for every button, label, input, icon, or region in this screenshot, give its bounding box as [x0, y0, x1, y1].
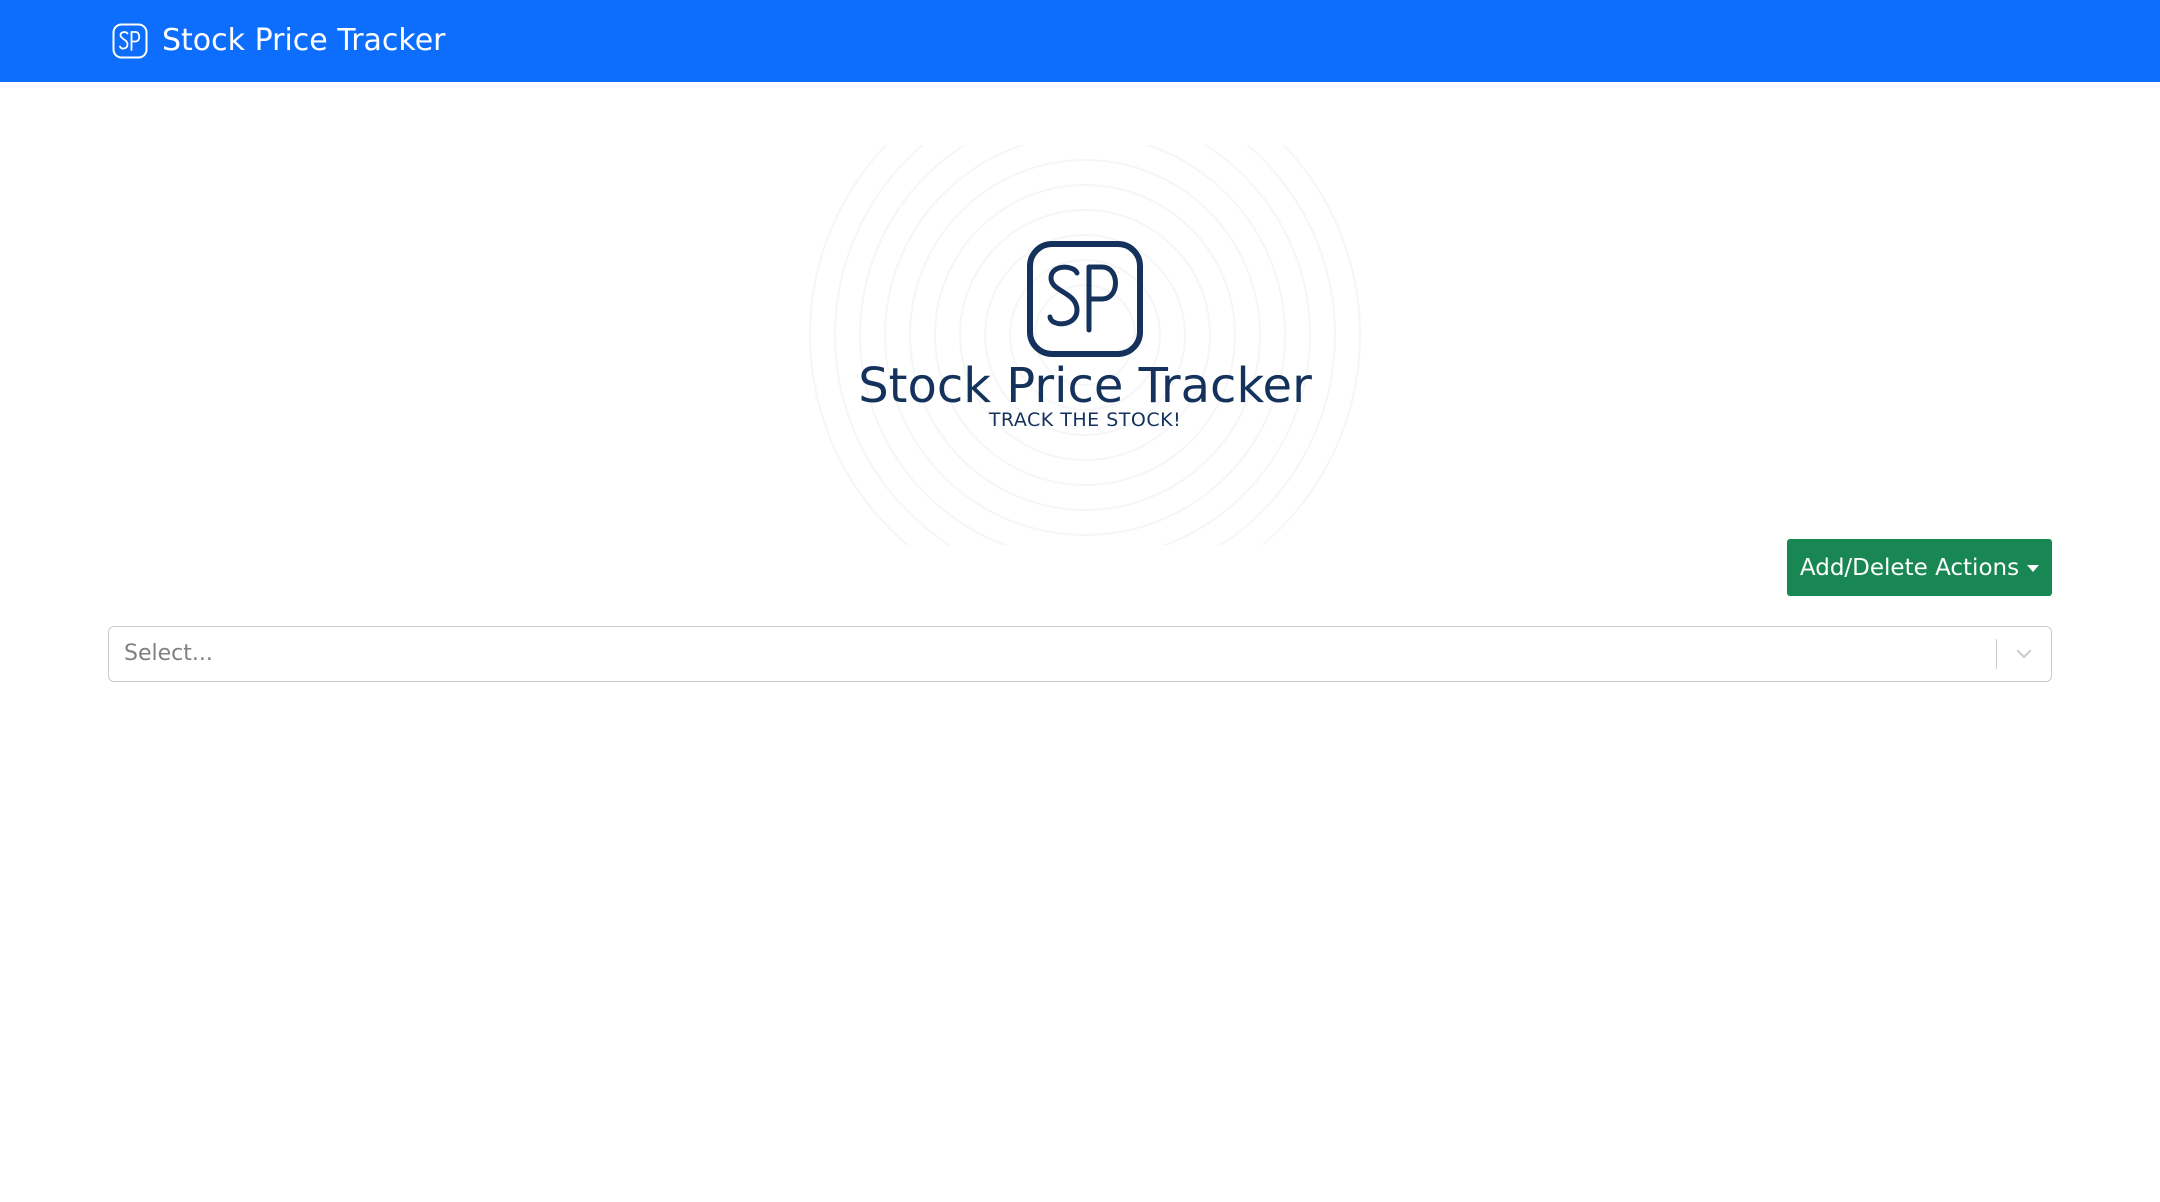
navbar: Stock Price Tracker	[0, 0, 2160, 82]
caret-down-icon	[2027, 565, 2040, 572]
sp-logo-icon	[112, 23, 148, 59]
add-delete-actions-dropdown[interactable]: Add/Delete Actions	[1787, 539, 2052, 596]
select-indicator-separator	[1995, 639, 1997, 669]
chevron-down-icon[interactable]	[2009, 639, 2039, 669]
stock-select-placeholder: Select...	[124, 641, 213, 666]
sp-logo-icon	[1027, 241, 1143, 357]
navbar-brand-title: Stock Price Tracker	[162, 23, 446, 58]
hero-logo-block: Stock Price Tracker TRACK THE STOCK!	[780, 145, 1390, 545]
hero-tagline: TRACK THE STOCK!	[988, 409, 1182, 431]
navbar-brand[interactable]: Stock Price Tracker	[112, 0, 446, 82]
stock-select[interactable]: Select...	[108, 626, 2052, 682]
add-delete-actions-label: Add/Delete Actions	[1799, 554, 2020, 581]
